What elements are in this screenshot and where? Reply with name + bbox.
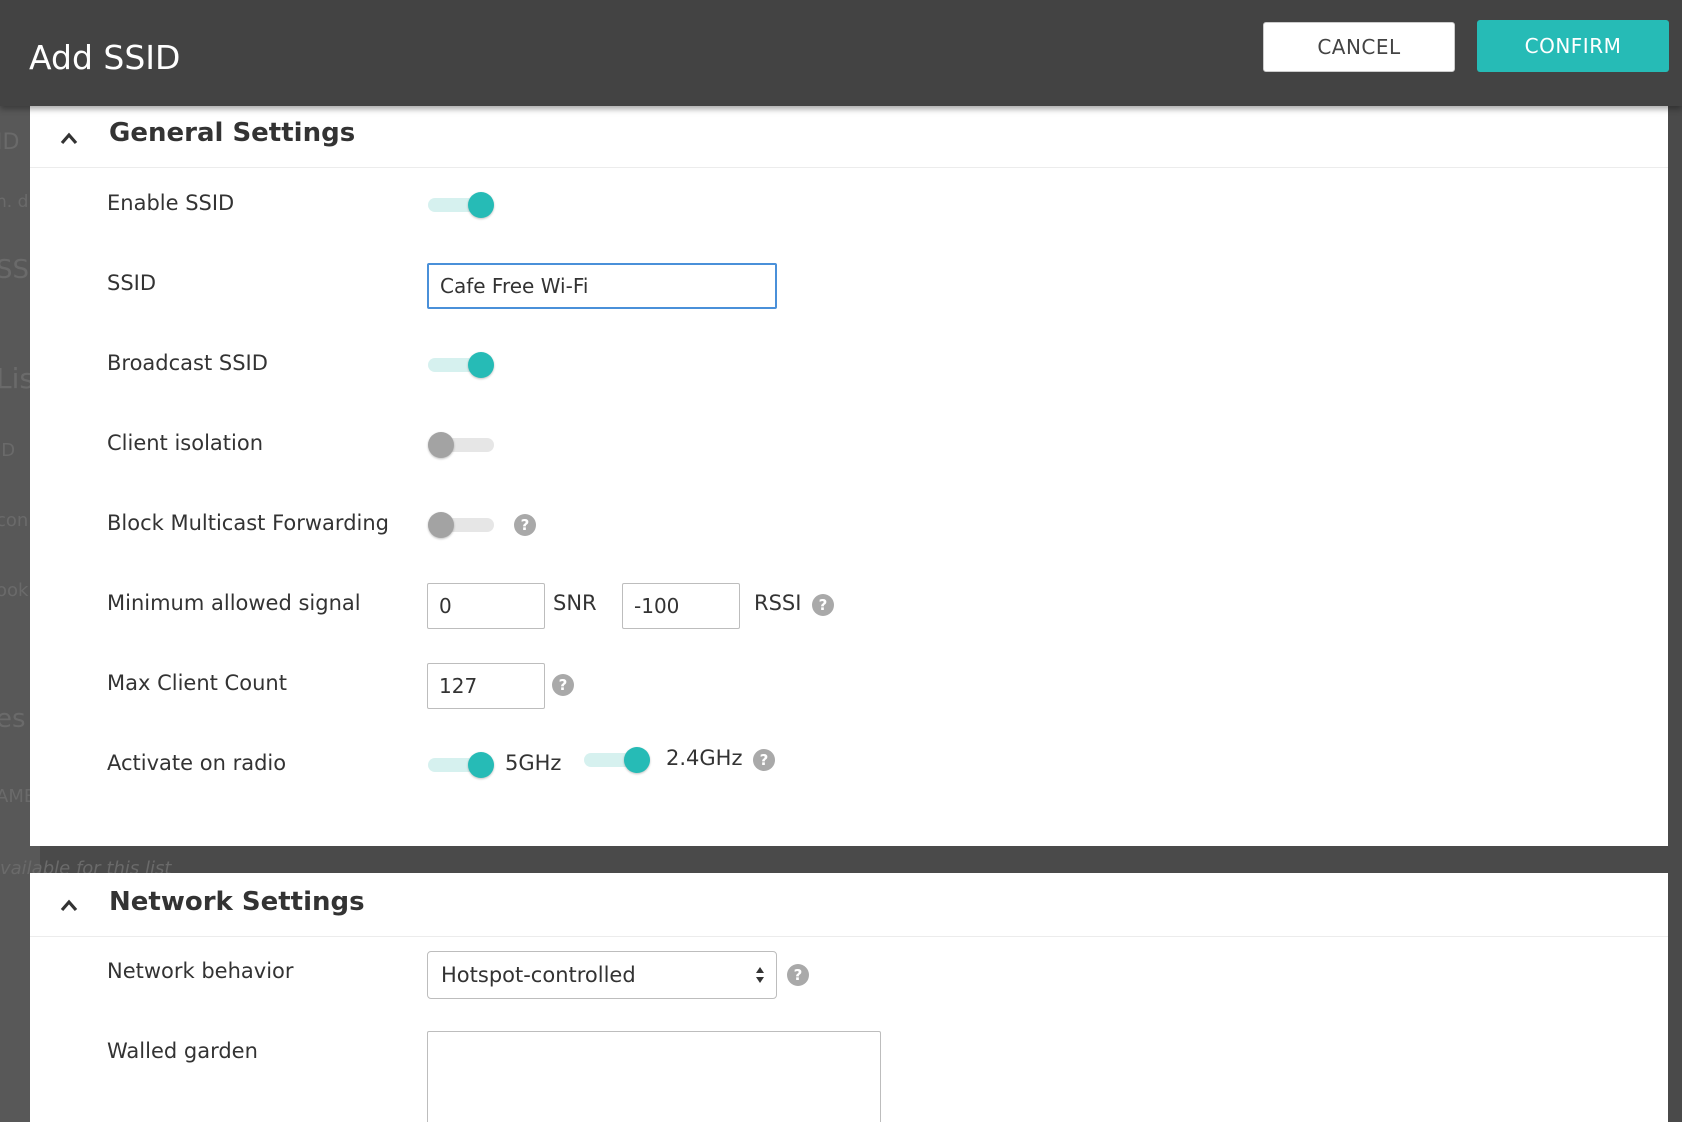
enable-ssid-toggle[interactable] (428, 189, 498, 219)
toggle-knob (428, 512, 454, 538)
help-icon[interactable]: ? (787, 964, 809, 986)
broadcast-ssid-toggle[interactable] (428, 349, 498, 379)
ssid-label: SSID (107, 271, 157, 295)
block-multicast-row: Block Multicast Forwarding ? (30, 505, 1668, 545)
help-icon[interactable]: ? (753, 749, 775, 771)
radio-24ghz-toggle[interactable] (584, 744, 654, 774)
network-settings-title: Network Settings (109, 887, 365, 917)
bg-fragment: ID (0, 130, 20, 155)
general-settings-panel: General Settings Enable SSID SSID Broadc… (30, 106, 1668, 846)
dialog-title: Add SSID (29, 38, 181, 77)
walled-garden-textarea[interactable] (427, 1031, 881, 1122)
network-settings-panel: Network Settings Network behavior Hotspo… (30, 873, 1668, 1122)
chevron-up-icon[interactable] (60, 130, 78, 148)
block-multicast-toggle[interactable] (428, 509, 498, 539)
bg-fragment: ook (0, 580, 29, 601)
bg-fragment: con (0, 510, 29, 531)
snr-unit: SNR (553, 591, 597, 615)
min-signal-label: Minimum allowed signal (107, 591, 361, 615)
min-signal-row: Minimum allowed signal SNR RSSI ? (30, 583, 1668, 629)
walled-garden-label: Walled garden (107, 1039, 258, 1063)
cancel-button[interactable]: CANCEL (1263, 22, 1455, 72)
network-behavior-value: Hotspot-controlled (441, 963, 636, 987)
network-behavior-row: Network behavior (30, 953, 1668, 993)
client-isolation-toggle[interactable] (428, 429, 498, 459)
ssid-row: SSID (30, 263, 1668, 309)
general-settings-title: General Settings (109, 118, 356, 148)
radio-5ghz-toggle[interactable] (428, 749, 498, 779)
enable-ssid-row: Enable SSID (30, 185, 1668, 225)
network-settings-header[interactable]: Network Settings (30, 873, 1668, 937)
ssid-input[interactable] (427, 263, 777, 309)
dialog-header: Add SSID CANCEL CONFIRM (0, 0, 1682, 106)
toggle-knob (428, 432, 454, 458)
rssi-input[interactable] (622, 583, 740, 629)
bg-fragment: es (0, 704, 26, 734)
rssi-unit: RSSI (754, 591, 802, 615)
bg-fragment: Lis (0, 362, 34, 395)
radio-row: Activate on radio 5GHz 2.4GHz ? (30, 745, 1668, 785)
network-behavior-label: Network behavior (107, 959, 294, 983)
max-clients-label: Max Client Count (107, 671, 287, 695)
client-isolation-row: Client isolation (30, 425, 1668, 465)
select-arrows-icon (756, 967, 764, 983)
snr-input[interactable] (427, 583, 545, 629)
radio-label: Activate on radio (107, 751, 287, 775)
broadcast-ssid-row: Broadcast SSID (30, 345, 1668, 385)
bg-fragment: ID (0, 440, 16, 461)
help-icon[interactable]: ? (514, 514, 536, 536)
client-isolation-label: Client isolation (107, 431, 264, 455)
toggle-knob (468, 192, 494, 218)
broadcast-ssid-label: Broadcast SSID (107, 351, 268, 375)
confirm-button[interactable]: CONFIRM (1477, 20, 1669, 72)
network-behavior-select[interactable]: Hotspot-controlled (427, 951, 777, 999)
toggle-knob (468, 752, 494, 778)
block-multicast-label: Block Multicast Forwarding (107, 511, 389, 535)
max-clients-input[interactable] (427, 663, 545, 709)
enable-ssid-label: Enable SSID (107, 191, 235, 215)
help-icon[interactable]: ? (812, 594, 834, 616)
toggle-knob (624, 747, 650, 773)
bg-fragment: n. d (0, 192, 29, 212)
chevron-up-icon[interactable] (60, 897, 78, 915)
general-settings-header[interactable]: General Settings (30, 106, 1668, 168)
radio-5ghz-label: 5GHz (505, 751, 562, 775)
radio-24ghz-label: 2.4GHz (666, 746, 743, 770)
toggle-knob (468, 352, 494, 378)
max-clients-row: Max Client Count ? (30, 663, 1668, 709)
help-icon[interactable]: ? (552, 674, 574, 696)
